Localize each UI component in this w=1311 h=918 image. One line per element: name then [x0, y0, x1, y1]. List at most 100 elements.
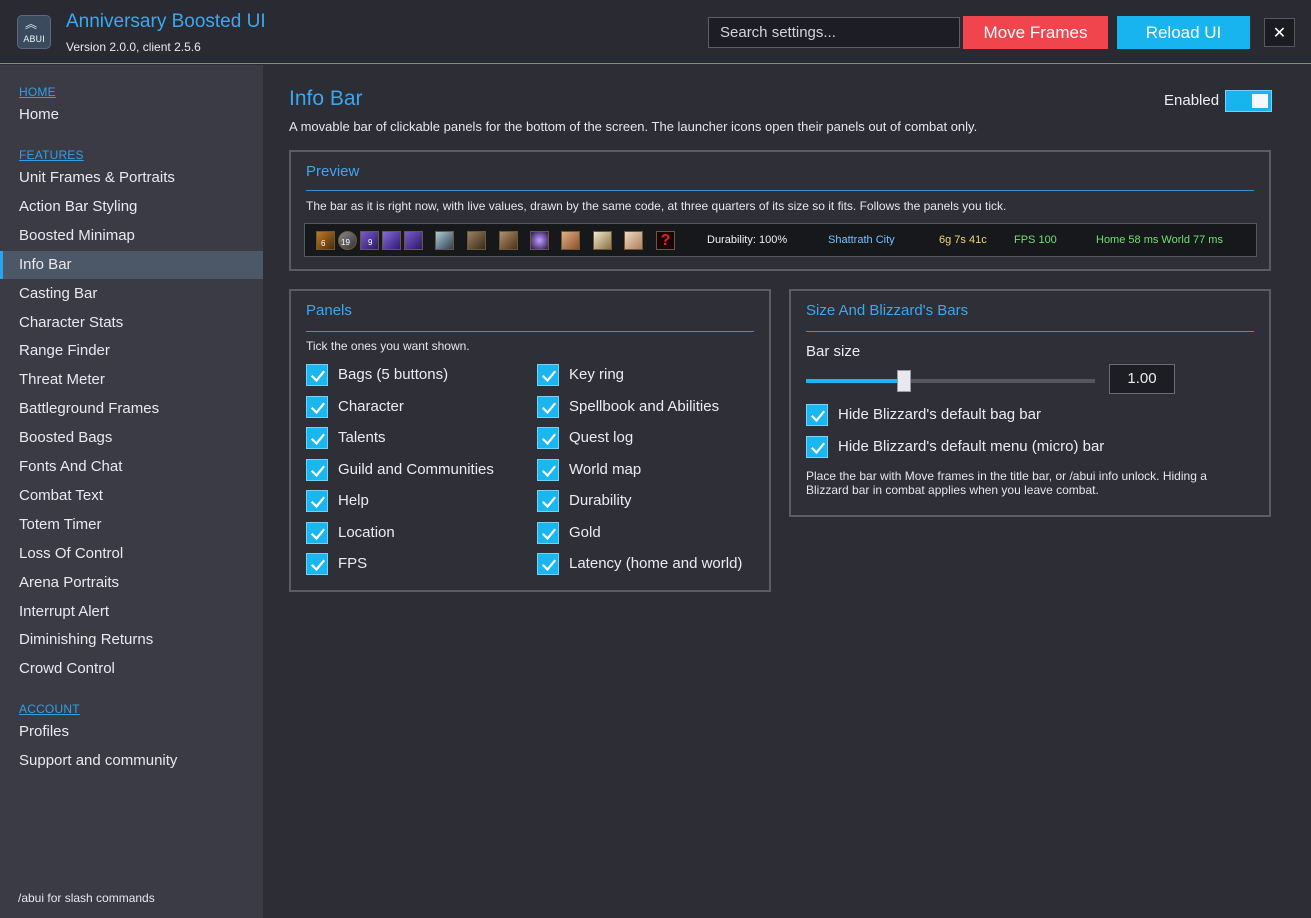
checkmark-icon [541, 433, 557, 446]
checkbox[interactable] [306, 490, 328, 512]
checkbox[interactable] [306, 458, 328, 481]
bar-size-slider[interactable] [806, 370, 1095, 392]
toggle-knob [1252, 94, 1268, 108]
main-content: Info Bar A movable bar of clickable pane… [263, 65, 1311, 918]
close-button[interactable]: ✕ [1264, 18, 1295, 47]
sidebar-item-unit-frames-portraits[interactable]: Unit Frames & Portraits [0, 164, 263, 192]
option-label: Latency (home and world) [569, 555, 743, 572]
option-label: Key ring [569, 366, 625, 383]
option-label: Talents [338, 429, 386, 446]
bag-count: 6 [321, 239, 326, 248]
option-label: Gold [569, 523, 601, 541]
checkmark-icon [541, 496, 557, 509]
app-title: Anniversary Boosted UI [66, 11, 266, 32]
checkmark-icon [310, 559, 326, 572]
checkbox[interactable] [537, 490, 559, 512]
checkbox[interactable] [306, 553, 328, 575]
key-ring-icon [435, 231, 454, 250]
sidebar-item-totem-timer[interactable]: Totem Timer [0, 511, 263, 539]
guild-icon [593, 231, 612, 250]
chevron-up-icon: ︽ [25, 17, 37, 31]
checkbox[interactable] [537, 427, 559, 449]
checkbox[interactable] [306, 427, 328, 449]
enabled-toggle[interactable] [1225, 90, 1272, 112]
option-label: Character [338, 397, 404, 415]
sidebar-item-combat-text[interactable]: Combat Text [0, 482, 263, 510]
bag-icon [404, 231, 423, 250]
slider-thumb[interactable] [897, 370, 912, 392]
sidebar-item-info-bar[interactable]: Info Bar [0, 250, 263, 279]
sidebar-item-casting-bar[interactable]: Casting Bar [0, 280, 263, 308]
divider [306, 331, 754, 332]
checkbox[interactable] [537, 395, 559, 418]
checkmark-icon [541, 401, 557, 414]
bag-count: 9 [368, 238, 373, 247]
bag-icon: 19 [338, 231, 357, 250]
divider [306, 190, 1254, 191]
app-logo: ︽ ABUI [17, 15, 51, 49]
checkbox[interactable] [806, 404, 828, 426]
checkbox[interactable] [537, 521, 559, 544]
bar-size-input[interactable]: 1.00 [1109, 364, 1175, 394]
location-readout: Shattrath City [828, 234, 895, 246]
bag-icon: 9 [360, 231, 379, 250]
sidebar-item-boosted-minimap[interactable]: Boosted Minimap [0, 222, 263, 250]
search-input[interactable] [708, 17, 960, 48]
page-description: A movable bar of clickable panels for th… [289, 119, 978, 134]
checkbox[interactable] [306, 395, 328, 418]
info-bar-preview: 6 19 9 ? Durability: 100% Shattrath City… [304, 223, 1257, 257]
move-frames-button[interactable]: Move Frames [963, 16, 1108, 49]
sidebar-item-boosted-bags[interactable]: Boosted Bags [0, 424, 263, 452]
size-panel-title: Size And Blizzard's Bars [806, 302, 969, 319]
sidebar-item-range-finder[interactable]: Range Finder [0, 337, 263, 365]
checkbox[interactable] [537, 458, 559, 481]
option-label: Hide Blizzard's default menu (micro) bar [838, 438, 1105, 455]
checkmark-icon [310, 370, 326, 383]
world-map-icon [624, 231, 643, 250]
sidebar-item-home[interactable]: Home [0, 101, 263, 129]
option-label: Spellbook and Abilities [569, 397, 720, 415]
placement-note-line-2: Blizzard bar in combat applies when you … [806, 483, 1099, 497]
durability-readout: Durability: 100% [707, 234, 788, 246]
spellbook-icon [499, 231, 518, 250]
preview-title: Preview [306, 163, 360, 180]
checkbox[interactable] [537, 364, 559, 386]
preview-panel: Preview The bar as it is right now, with… [289, 150, 1271, 271]
checkbox[interactable] [306, 364, 328, 386]
sidebar-item-threat-meter[interactable]: Threat Meter [0, 366, 263, 394]
option-label: Help [338, 492, 369, 509]
sidebar-section-home: HOME [19, 85, 56, 99]
sidebar-section-account: ACCOUNT [19, 702, 80, 716]
sidebar-item-diminishing-returns[interactable]: Diminishing Returns [0, 626, 263, 654]
checkmark-icon [541, 370, 557, 383]
close-icon: ✕ [1272, 23, 1287, 42]
size-panel: Size And Blizzard's Bars Bar size 1.00 H… [789, 289, 1271, 517]
sidebar-item-character-stats[interactable]: Character Stats [0, 309, 263, 337]
placement-note-line-1: Place the bar with Move frames in the ti… [806, 469, 1207, 483]
panels-title: Panels [306, 302, 352, 319]
checkbox[interactable] [537, 553, 559, 575]
checkmark-icon [810, 410, 826, 423]
sidebar-item-profiles[interactable]: Profiles [0, 718, 263, 746]
sidebar-item-support[interactable]: Support and community [0, 747, 263, 775]
checkmark-icon [541, 559, 557, 572]
checkmark-icon [541, 527, 557, 540]
checkmark-icon [810, 442, 826, 455]
sidebar-item-loss-of-control[interactable]: Loss Of Control [0, 540, 263, 568]
sidebar-item-action-bar-styling[interactable]: Action Bar Styling [0, 193, 263, 221]
sidebar-item-battleground-frames[interactable]: Battleground Frames [0, 395, 263, 423]
checkbox[interactable] [806, 436, 828, 458]
checkbox[interactable] [306, 521, 328, 544]
sidebar-item-interrupt-alert[interactable]: Interrupt Alert [0, 598, 263, 626]
option-label: Quest log [569, 429, 634, 446]
sidebar-item-crowd-control[interactable]: Crowd Control [0, 655, 263, 683]
sidebar-item-arena-portraits[interactable]: Arena Portraits [0, 569, 263, 597]
checkmark-icon [310, 433, 326, 446]
sidebar-item-fonts-and-chat[interactable]: Fonts And Chat [0, 453, 263, 481]
reload-ui-button[interactable]: Reload UI [1117, 16, 1250, 49]
title-bar: ︽ ABUI Anniversary Boosted UI Version 2.… [0, 0, 1311, 64]
preview-description: The bar as it is right now, with live va… [306, 199, 1007, 213]
slash-command-hint: /abui for slash commands [18, 891, 155, 905]
checkmark-icon [310, 527, 326, 540]
character-icon [467, 231, 486, 250]
